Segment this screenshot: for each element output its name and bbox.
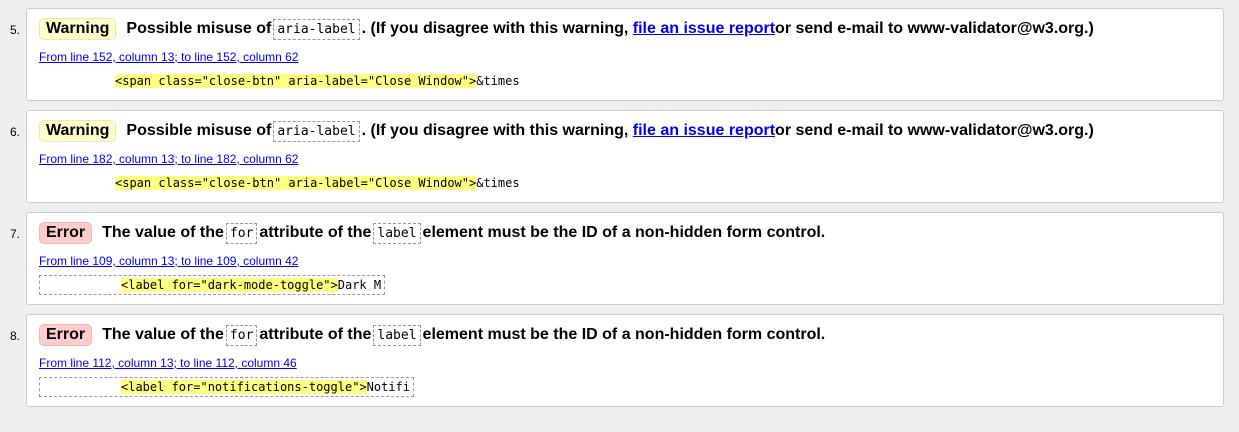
location-link[interactable]: From line 152, column 13; to line 152, c…	[39, 50, 298, 64]
message-number: 8.	[10, 329, 21, 343]
text: element must be the ID of a non-hidden f…	[422, 326, 826, 343]
location-link[interactable]: From line 112, column 13; to line 112, c…	[39, 356, 297, 370]
extract-highlight: <label for="notifications-toggle">	[121, 380, 367, 394]
text: The value of the	[102, 326, 224, 343]
warning-badge: Warning	[39, 18, 117, 40]
code-extract: <span class="close-btn" aria-label="Clos…	[39, 72, 520, 90]
code-aria-label: aria-label	[273, 120, 360, 142]
text: Possible misuse of	[126, 20, 272, 37]
text: Possible misuse of	[126, 122, 272, 139]
extract-highlight: <span class="close-btn" aria-label="Clos…	[115, 74, 477, 88]
code-extract: <span class="close-btn" aria-label="Clos…	[39, 174, 520, 192]
warning-message: 6. Warning Possible misuse of aria-label…	[10, 110, 1224, 203]
code-for: for	[225, 324, 258, 346]
extract-tail: &times	[476, 176, 520, 190]
error-message: 8. Error The value of the for attribute …	[10, 314, 1224, 407]
message-list: 5. Warning Possible misuse of aria-label…	[0, 0, 1239, 407]
message-text: Warning Possible misuse of aria-label. (…	[39, 120, 1094, 142]
code-for: for	[225, 222, 258, 244]
text: or send e-mail to www-validator@w3.org.)	[775, 20, 1094, 37]
error-badge: Error	[39, 324, 93, 346]
location-link[interactable]: From line 182, column 13; to line 182, c…	[39, 152, 298, 166]
text: attribute of the	[259, 224, 372, 241]
text: attribute of the	[259, 326, 372, 343]
message-number: 6.	[10, 125, 21, 139]
extract-tail: Dark M	[337, 278, 382, 292]
warning-badge: Warning	[39, 120, 117, 142]
code-extract: <label for="dark-mode-toggle">Dark M	[39, 275, 386, 295]
extract-highlight: <label for="dark-mode-toggle">	[121, 278, 338, 292]
text: element must be the ID of a non-hidden f…	[422, 224, 826, 241]
code-aria-label: aria-label	[273, 18, 360, 40]
extract-tail: Notifi	[366, 380, 410, 394]
code-label: label	[373, 222, 421, 244]
error-message: 7. Error The value of the for attribute …	[10, 212, 1224, 305]
file-issue-link[interactable]: file an issue report	[633, 122, 775, 140]
location-link[interactable]: From line 109, column 13; to line 109, c…	[39, 254, 298, 268]
extract-tail: &times	[476, 74, 520, 88]
warning-message: 5. Warning Possible misuse of aria-label…	[10, 8, 1224, 101]
extract-highlight: <span class="close-btn" aria-label="Clos…	[115, 176, 477, 190]
message-number: 5.	[10, 23, 21, 37]
file-issue-link[interactable]: file an issue report	[633, 20, 775, 38]
message-text: Warning Possible misuse of aria-label. (…	[39, 18, 1094, 40]
text: . (If you disagree with this warning,	[361, 20, 629, 37]
message-text: Error The value of the for attribute of …	[39, 324, 825, 346]
code-label: label	[373, 324, 421, 346]
message-text: Error The value of the for attribute of …	[39, 222, 825, 244]
code-extract: <label for="notifications-toggle">Notifi	[39, 377, 414, 397]
text: or send e-mail to www-validator@w3.org.)	[775, 122, 1094, 139]
text: . (If you disagree with this warning,	[361, 122, 629, 139]
error-badge: Error	[39, 222, 93, 244]
text: The value of the	[102, 224, 224, 241]
message-number: 7.	[10, 227, 21, 241]
